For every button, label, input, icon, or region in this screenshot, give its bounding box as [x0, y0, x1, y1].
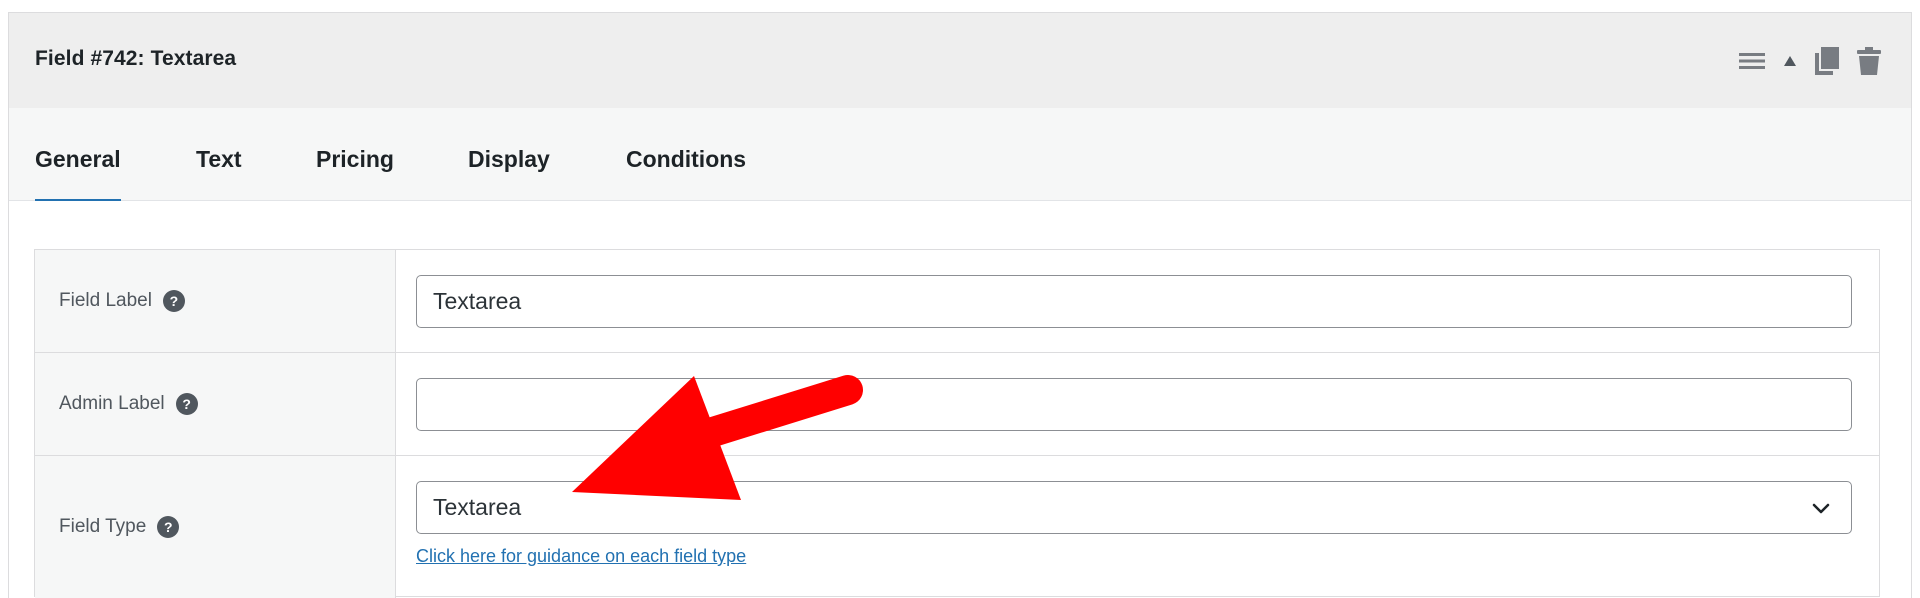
field-type-row: Field Type ? Textarea Click here for gui…: [35, 456, 1879, 598]
duplicate-icon[interactable]: [1815, 47, 1839, 75]
field-label-input[interactable]: [416, 275, 1852, 328]
help-icon[interactable]: ?: [162, 290, 185, 312]
trash-icon[interactable]: [1857, 47, 1881, 75]
field-type-text: Field Type: [59, 516, 147, 537]
tab-general[interactable]: General: [35, 146, 121, 202]
help-icon[interactable]: ?: [157, 516, 180, 538]
field-type-cell: Field Type ?: [35, 456, 396, 598]
chevron-down-icon: [1811, 497, 1831, 524]
tab-pricing[interactable]: Pricing: [316, 146, 394, 199]
panel-title: Field #742: Textarea: [35, 47, 237, 70]
field-label-text: Field Label: [59, 290, 152, 311]
field-settings-table: Field Label ? Admin Label ? Field Type ?: [34, 249, 1880, 598]
field-label-cell: Field Label ?: [35, 250, 396, 352]
triangle-up-icon[interactable]: [1783, 55, 1797, 67]
tab-bar: General Text Pricing Display Conditions: [9, 108, 1911, 202]
field-type-selected: Textarea: [433, 494, 522, 520]
field-type-select[interactable]: Textarea: [416, 481, 1852, 534]
tab-display[interactable]: Display: [468, 146, 550, 199]
tab-text[interactable]: Text: [196, 146, 242, 199]
panel-header: Field #742: Textarea: [9, 13, 1911, 108]
admin-label-text: Admin Label: [59, 393, 165, 414]
admin-label-input[interactable]: [416, 378, 1852, 431]
menu-lines-icon[interactable]: [1739, 51, 1765, 71]
tab-conditions[interactable]: Conditions: [626, 146, 746, 199]
field-label-row: Field Label ?: [35, 250, 1879, 353]
admin-label-cell: Admin Label ?: [35, 353, 396, 455]
admin-label-row: Admin Label ?: [35, 353, 1879, 456]
field-type-guidance-link[interactable]: Click here for guidance on each field ty…: [416, 546, 746, 567]
field-panel: Field #742: Textarea General Text Pricin…: [8, 12, 1912, 598]
help-icon[interactable]: ?: [175, 393, 198, 415]
tab-content: Field Label ? Admin Label ? Field Type ?: [9, 201, 1911, 598]
header-actions: [1739, 46, 1881, 76]
